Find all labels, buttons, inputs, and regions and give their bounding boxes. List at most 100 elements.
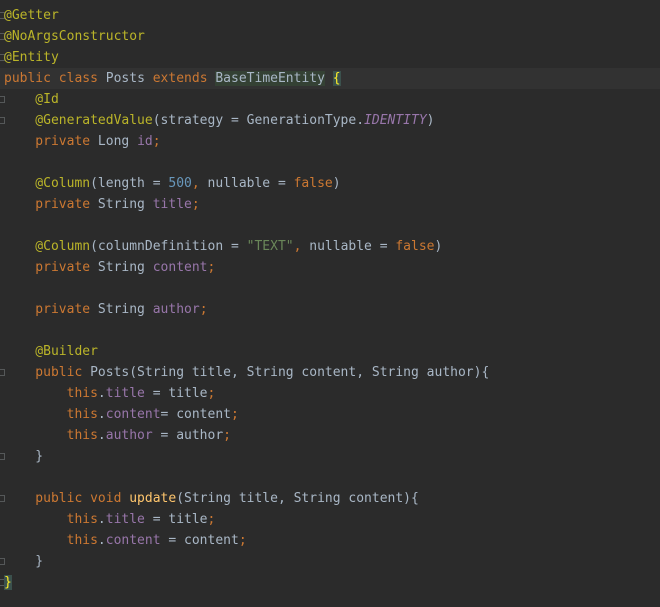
code-token: @Column bbox=[4, 176, 91, 191]
code-token: String content){ bbox=[293, 491, 419, 506]
code-text: this.author = author; bbox=[4, 425, 231, 446]
code-token: public bbox=[4, 491, 91, 506]
code-token: (String title, bbox=[129, 365, 247, 380]
code-line[interactable]: @Entity bbox=[0, 47, 660, 68]
code-line[interactable]: @NoArgsConstructor bbox=[0, 26, 660, 47]
code-token: = title bbox=[144, 386, 208, 401]
code-text: this.content = content; bbox=[4, 530, 247, 551]
code-token: ; bbox=[207, 260, 216, 275]
code-token: private bbox=[4, 260, 98, 275]
code-line[interactable]: private String author; bbox=[0, 299, 660, 320]
code-text: } bbox=[4, 551, 43, 572]
code-line[interactable]: this.content= content; bbox=[0, 404, 660, 425]
code-token: } bbox=[4, 449, 44, 464]
code-token: @Getter bbox=[4, 8, 59, 23]
code-line[interactable]: } bbox=[0, 446, 660, 467]
code-text: this.title = title; bbox=[4, 509, 216, 530]
code-token: Posts bbox=[105, 71, 153, 86]
code-line[interactable] bbox=[0, 467, 660, 488]
code-token: public bbox=[4, 71, 59, 86]
code-line[interactable]: private String content; bbox=[0, 257, 660, 278]
code-text: private String author; bbox=[4, 299, 208, 320]
code-line[interactable]: public Posts(String title, String conten… bbox=[0, 362, 660, 383]
code-token: update bbox=[129, 491, 177, 506]
code-text: @Column(length = 500, nullable = false) bbox=[4, 173, 340, 194]
code-token: = content bbox=[160, 407, 231, 422]
code-token: ; bbox=[207, 512, 216, 527]
code-text: public Posts(String title, String conten… bbox=[4, 362, 489, 383]
code-token: 500 bbox=[168, 176, 192, 191]
code-text: } bbox=[4, 572, 12, 593]
code-token: . bbox=[97, 386, 106, 401]
code-line[interactable]: @Id bbox=[0, 89, 660, 110]
code-token: this bbox=[4, 533, 98, 548]
code-token: nullable = bbox=[207, 176, 294, 191]
code-token: content bbox=[152, 260, 208, 275]
code-token: this bbox=[4, 512, 98, 527]
code-text: @Id bbox=[4, 89, 59, 110]
code-line[interactable]: public void update(String title, String … bbox=[0, 488, 660, 509]
code-line[interactable]: @Getter bbox=[0, 5, 660, 26]
code-token: String author){ bbox=[371, 365, 490, 380]
code-token: content bbox=[105, 533, 161, 548]
code-line[interactable] bbox=[0, 320, 660, 341]
code-token: , bbox=[293, 239, 310, 254]
code-token: void bbox=[90, 491, 130, 506]
code-line[interactable]: this.content = content; bbox=[0, 530, 660, 551]
code-token: title bbox=[105, 512, 145, 527]
code-token: this bbox=[4, 407, 98, 422]
code-line[interactable] bbox=[0, 215, 660, 236]
code-line[interactable] bbox=[0, 152, 660, 173]
code-token: class bbox=[58, 71, 106, 86]
code-line[interactable]: } bbox=[0, 551, 660, 572]
code-token: private bbox=[4, 302, 98, 317]
code-token: author bbox=[105, 428, 153, 443]
code-line[interactable]: this.title = title; bbox=[0, 383, 660, 404]
code-token: this bbox=[4, 428, 98, 443]
code-line[interactable]: @Column(columnDefinition = "TEXT", nulla… bbox=[0, 236, 660, 257]
code-token: ; bbox=[223, 428, 231, 443]
code-text: } bbox=[4, 446, 43, 467]
code-token: ; bbox=[152, 134, 161, 149]
code-token: public bbox=[4, 365, 91, 380]
code-token: (columnDefinition = bbox=[90, 239, 247, 254]
code-token: id bbox=[137, 134, 153, 149]
code-line[interactable]: @Column(length = 500, nullable = false) bbox=[0, 173, 660, 194]
code-text: @Column(columnDefinition = "TEXT", nulla… bbox=[4, 236, 442, 257]
code-text: public class Posts extends BaseTimeEntit… bbox=[4, 68, 341, 89]
code-token: private bbox=[4, 134, 98, 149]
code-token: ) bbox=[426, 113, 435, 128]
code-token: Long bbox=[97, 134, 138, 149]
code-token: String bbox=[97, 302, 153, 317]
code-line[interactable]: public class Posts extends BaseTimeEntit… bbox=[0, 68, 660, 89]
code-token: @NoArgsConstructor bbox=[4, 29, 145, 44]
code-token: , bbox=[191, 176, 208, 191]
code-token: @GeneratedValue bbox=[4, 113, 153, 128]
code-token: Posts bbox=[90, 365, 130, 380]
code-token: ; bbox=[231, 407, 239, 422]
code-text: @Entity bbox=[4, 47, 59, 68]
code-line[interactable]: private String title; bbox=[0, 194, 660, 215]
code-token: } bbox=[4, 575, 12, 590]
code-line[interactable]: } bbox=[0, 572, 660, 593]
code-token: ; bbox=[238, 533, 247, 548]
code-line[interactable] bbox=[0, 278, 660, 299]
code-token: ; bbox=[199, 302, 208, 317]
code-text: private String title; bbox=[4, 194, 199, 215]
code-token: extends bbox=[152, 71, 216, 86]
code-token: . bbox=[97, 512, 106, 527]
code-editor[interactable]: @Getter @NoArgsConstructor @Entity public c… bbox=[0, 0, 660, 607]
code-token: @Builder bbox=[4, 344, 98, 359]
code-line[interactable]: this.title = title; bbox=[0, 509, 660, 530]
code-line[interactable]: @GeneratedValue(strategy = GenerationTyp… bbox=[0, 110, 660, 131]
code-token: @Id bbox=[4, 92, 59, 107]
code-text: private String content; bbox=[4, 257, 215, 278]
code-line[interactable]: this.author = author; bbox=[0, 425, 660, 446]
code-line[interactable]: @Builder bbox=[0, 341, 660, 362]
code-token: = author bbox=[152, 428, 224, 443]
code-token: nullable = bbox=[309, 239, 396, 254]
code-line[interactable]: private Long id; bbox=[0, 131, 660, 152]
code-token: . bbox=[97, 407, 106, 422]
code-text: public void update(String title, String … bbox=[4, 488, 419, 509]
code-token: } bbox=[4, 554, 44, 569]
